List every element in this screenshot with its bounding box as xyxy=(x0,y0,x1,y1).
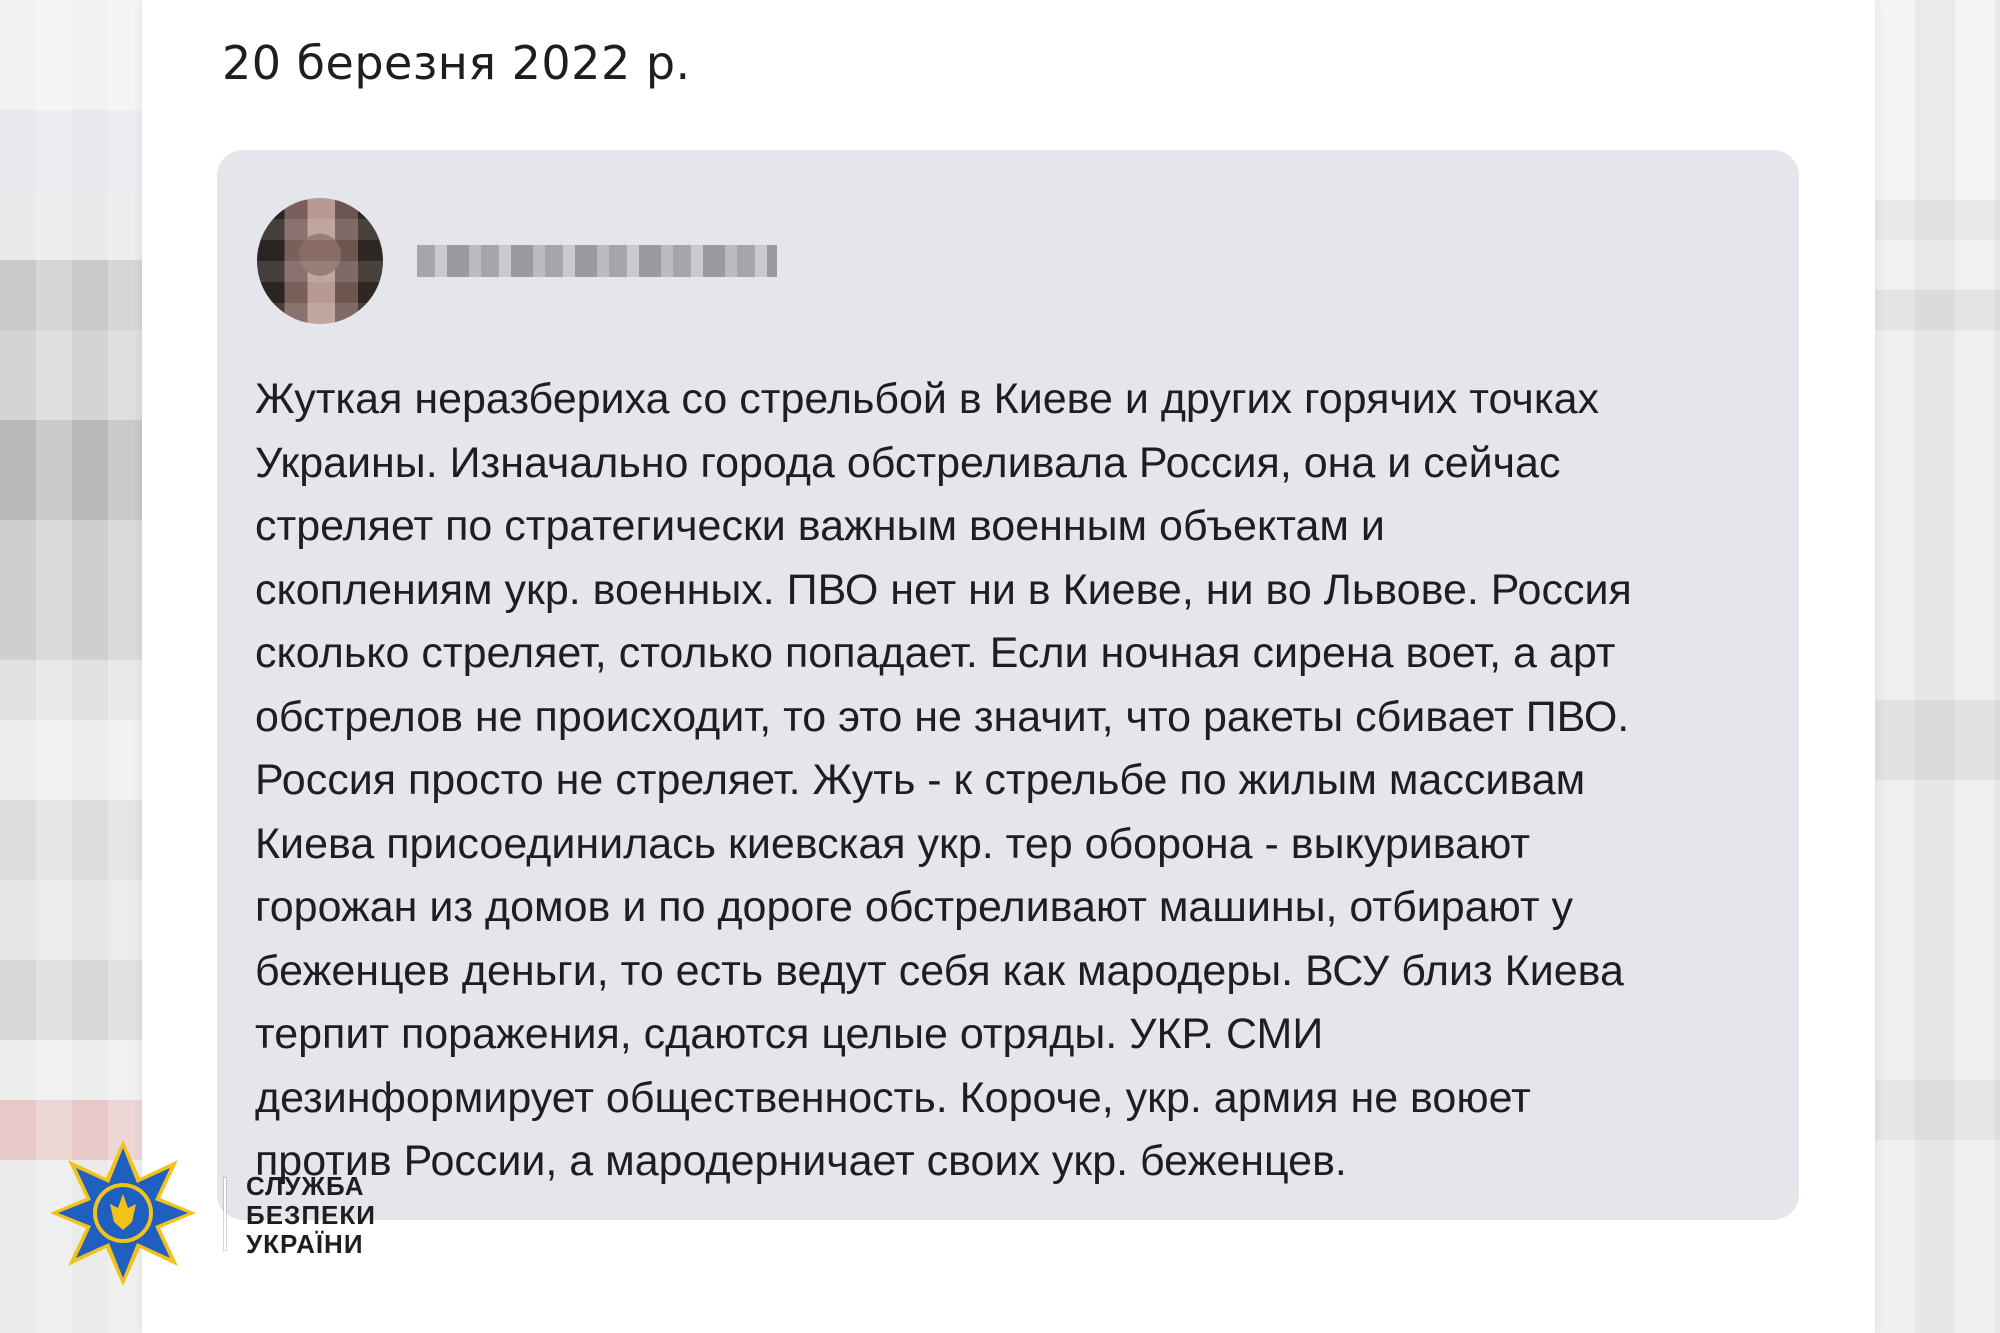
post-panel: 20 березня 2022 р. Жуткая неразбериха со… xyxy=(142,0,1875,1333)
comment-bubble: Жуткая неразбериха со стрельбой в Киеве … xyxy=(217,150,1799,1220)
watermark-line-1: СЛУЖБА xyxy=(246,1171,365,1201)
watermark-line-3: УКРАЇНИ xyxy=(246,1229,364,1259)
post-date-header: 20 березня 2022 р. xyxy=(222,36,691,90)
pixelated-background-left xyxy=(0,0,142,1333)
author-avatar[interactable] xyxy=(257,198,383,324)
watermark-divider xyxy=(224,1178,226,1250)
sbu-shield-cross-icon xyxy=(50,1140,196,1286)
watermark-line-2: БЕЗПЕКИ xyxy=(246,1200,376,1230)
pixelated-background-right xyxy=(1875,0,2000,1333)
comment-text: Жуткая неразбериха со стрельбой в Киеве … xyxy=(255,375,1632,1185)
watermark-text: СЛУЖБА БЕЗПЕКИ УКРАЇНИ xyxy=(246,1172,376,1259)
author-name-redacted[interactable] xyxy=(417,245,777,277)
